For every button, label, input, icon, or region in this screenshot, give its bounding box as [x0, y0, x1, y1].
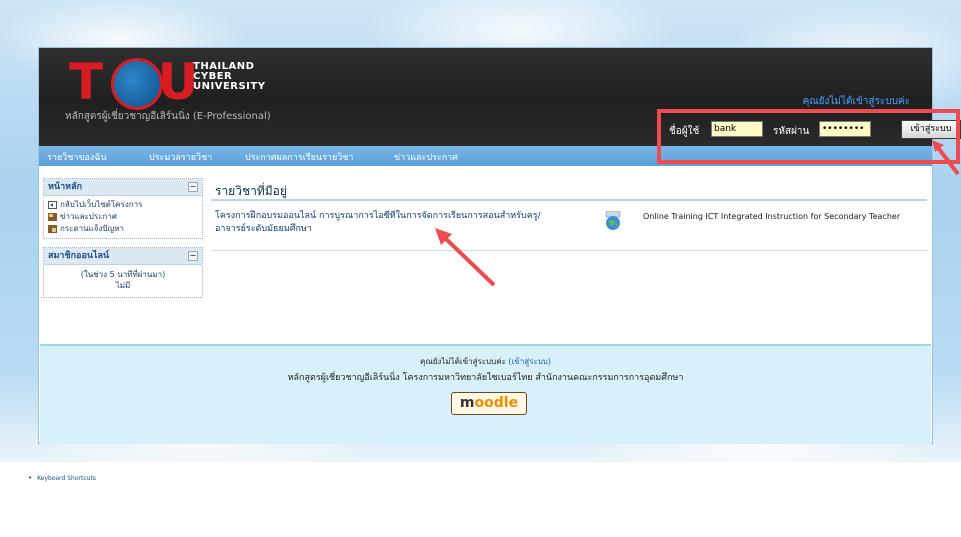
- globe-icon[interactable]: [604, 211, 622, 231]
- course-english-title: Online Training ICT Integrated Instructi…: [643, 212, 901, 221]
- online-users-block: สมาชิกออนไลน์ − (ในช่วง 5 นาทีที่ผ่านมา)…: [43, 247, 203, 298]
- page-back-icon: [48, 201, 57, 209]
- online-none: ไม่มี: [115, 281, 131, 290]
- footer-login-link[interactable]: (เข้าสู่ระบบ): [508, 357, 551, 366]
- news-icon: [48, 213, 57, 221]
- moodle-logo[interactable]: moodle: [451, 392, 527, 415]
- collapse-icon[interactable]: −: [188, 251, 198, 261]
- nav-my-courses[interactable]: รายวิชาของฉัน: [47, 150, 107, 164]
- sidebar-item-label: กระดานแจ้งปัญหา: [60, 224, 125, 233]
- sidebar-item-project-site[interactable]: กลับไปเว็บไซต์โครงการ: [48, 199, 198, 211]
- sidebar-item-label: กลับไปเว็บไซต์โครงการ: [60, 200, 143, 209]
- annotation-arrow-icon: [435, 228, 496, 287]
- nav-course-catalog[interactable]: ประมวลรายวิชา: [149, 150, 212, 164]
- sidebar-item-problem-board[interactable]: กระดานแจ้งปัญหา: [48, 223, 198, 235]
- annotation-arrow-icon: [932, 140, 960, 176]
- nav-course-results[interactable]: ประกาศผลการเรียนรายวิชา: [245, 150, 353, 164]
- annotation-highlight-box: [657, 109, 960, 164]
- online-users-body: (ในช่วง 5 นาทีที่ผ่านมา) ไม่มี: [44, 265, 202, 297]
- footer-login-notice: คุณยังไม่ได้เข้าสู่ระบบค่ะ: [420, 357, 506, 366]
- footer-org-text: หลักสูตรผู้เชี่ยวชาญอีเลิร์นนิ่ง โครงการ…: [287, 373, 684, 383]
- block-title: สมาชิกออนไลน์: [48, 251, 110, 261]
- block-body: กลับไปเว็บไซต์โครงการ ข่าวและประกาศ กระด…: [44, 196, 202, 238]
- logo-text-line: UNIVERSITY: [193, 81, 266, 92]
- row-divider: [211, 250, 927, 251]
- footer-login-line: คุณยังไม่ได้เข้าสู่ระบบค่ะ (เข้าสู่ระบบ): [40, 355, 931, 368]
- forum-icon: [48, 225, 57, 233]
- online-period: (ในช่วง 5 นาทีที่ผ่านมา): [80, 270, 166, 279]
- sidebar-item-label: ข่าวและประกาศ: [60, 212, 117, 221]
- main-menu-block: หน้าหลัก − กลับไปเว็บไซต์โครงการ ข่าวและ…: [43, 178, 203, 239]
- logo-text: THAILAND CYBER UNIVERSITY: [193, 62, 265, 92]
- block-header: หน้าหลัก −: [44, 179, 202, 196]
- nav-news[interactable]: ข่าวและประกาศ: [394, 150, 458, 164]
- page-footer: คุณยังไม่ได้เข้าสู่ระบบค่ะ (เข้าสู่ระบบ)…: [40, 344, 931, 444]
- block-header: สมาชิกออนไลน์ −: [44, 248, 202, 265]
- sidebar-item-news[interactable]: ข่าวและประกาศ: [48, 211, 198, 223]
- login-status-text: คุณยังไม่ได้เข้าสู่ระบบค่ะ: [802, 96, 910, 107]
- keyboard-shortcuts-link[interactable]: Keyboard Shortcuts: [28, 474, 96, 482]
- site-subtitle: หลักสูตรผู้เชี่ยวชาญอีเลิร์นนิ่ง (E-Prof…: [65, 111, 271, 122]
- collapse-icon[interactable]: −: [188, 182, 198, 192]
- title-divider: [211, 199, 927, 201]
- sidebar: หน้าหลัก − กลับไปเว็บไซต์โครงการ ข่าวและ…: [43, 178, 203, 306]
- logo-letter-t: T: [63, 57, 107, 107]
- block-title: หน้าหลัก: [48, 182, 83, 192]
